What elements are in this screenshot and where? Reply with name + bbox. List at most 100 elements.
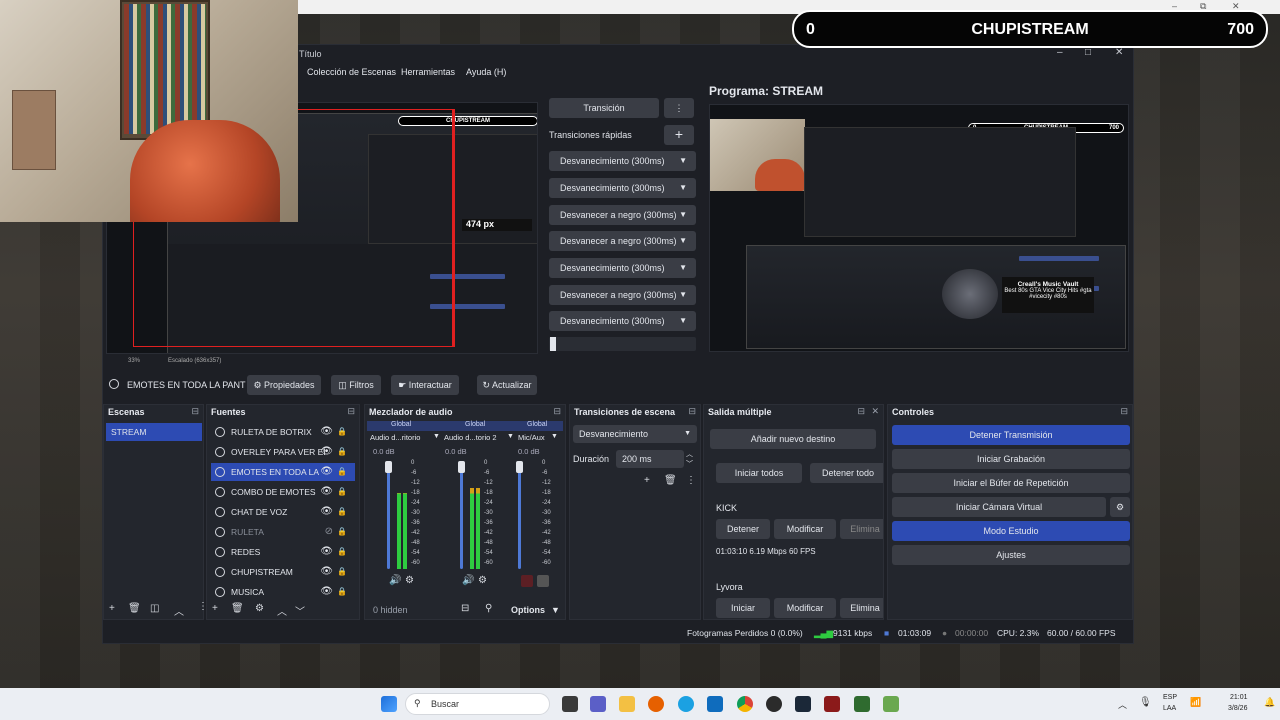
studio-mode-button[interactable]: Modo Estudio <box>892 521 1130 541</box>
channel-name[interactable]: Audio d...torio 2 <box>444 433 497 442</box>
trash-icon[interactable]: 🗑 <box>128 603 141 614</box>
clock-date[interactable]: 3/8/26 <box>1228 705 1247 712</box>
dropdown-icon[interactable]: ▼ <box>551 433 558 440</box>
menu-scene-collection[interactable]: Colección de Escenas <box>307 67 396 77</box>
quick-transition-5[interactable]: Desvanecimiento (300ms) ▼ <box>549 258 696 278</box>
chevron-down-icon[interactable]: ▼ <box>551 605 560 615</box>
stop-stream-button[interactable]: Detener Transmisión <box>892 425 1130 445</box>
stop-destination-button[interactable]: Detener <box>716 519 770 539</box>
speaker-icon[interactable]: 🔊 <box>462 575 474 586</box>
maximize-icon[interactable]: □ <box>1085 47 1091 58</box>
menu-tools[interactable]: Herramientas <box>401 67 455 77</box>
chevron-up-icon[interactable]: ︿ <box>1118 698 1127 711</box>
quick-transition-3[interactable]: Desvanecer a negro (300ms) ▼ <box>549 205 696 225</box>
windows-start-icon[interactable] <box>381 696 397 712</box>
transition-select[interactable]: Desvanecimiento ▼ <box>573 425 697 443</box>
language-code[interactable]: ESP <box>1163 694 1177 701</box>
mute-icon[interactable] <box>521 575 533 587</box>
quick-transition-1[interactable]: Desvanecimiento (300ms) ▼ <box>549 151 696 171</box>
add-quick-transition-button[interactable]: + <box>664 125 694 145</box>
source-item[interactable]: COMBO DE EMOTES 👁 🔒 <box>211 483 355 501</box>
menu-help[interactable]: Ayuda (H) <box>466 67 506 77</box>
firefox-icon[interactable] <box>648 696 664 712</box>
undock-icon[interactable]: ⊟ <box>191 406 199 417</box>
steam-icon[interactable] <box>795 696 811 712</box>
folder-icon[interactable] <box>619 696 635 712</box>
source-item[interactable]: RULETA DE BOTRIX 👁 🔒 <box>211 423 355 441</box>
teams-icon[interactable] <box>590 696 606 712</box>
refresh-button[interactable]: ↻ Actualizar <box>477 375 537 395</box>
link-icon[interactable]: ⚲ <box>485 603 492 614</box>
notification-icon[interactable]: 🔔 <box>1264 697 1275 708</box>
chevron-down-icon[interactable]: ﹀ <box>686 459 693 469</box>
language-layout[interactable]: LAA <box>1163 705 1176 712</box>
source-item[interactable]: MUSICA 👁 🔒 <box>211 583 355 601</box>
quick-transition-4[interactable]: Desvanecer a negro (300ms) ▼ <box>549 231 696 251</box>
close-icon[interactable]: ✕ <box>1115 47 1123 58</box>
minimize-icon[interactable]: – <box>1057 47 1063 58</box>
filter-icon[interactable]: ◫ <box>150 603 159 614</box>
layout-icon[interactable]: ⊟ <box>461 603 469 614</box>
source-item-selected[interactable]: EMOTES EN TODA LA 👁 🔒 <box>211 463 355 481</box>
replay-buffer-button[interactable]: Iniciar el Búfer de Repetición <box>892 473 1130 493</box>
chevron-up-icon[interactable]: ︿ <box>277 603 287 618</box>
quick-transition-7[interactable]: Desvanecimiento (300ms) ▼ <box>549 311 696 331</box>
volume-knob[interactable] <box>516 461 523 473</box>
filters-button[interactable]: ◫ Filtros <box>331 375 381 395</box>
gear-icon[interactable]: ⚙ <box>478 575 487 586</box>
delete-destination-button[interactable]: Elimina <box>840 519 883 539</box>
add-icon[interactable]: + <box>212 603 218 614</box>
source-item[interactable]: CHAT DE VOZ 👁 🔒 <box>211 503 355 521</box>
transition-button[interactable]: Transición <box>549 98 659 118</box>
gear-icon[interactable]: ⚙ <box>1110 497 1130 517</box>
start-destination-button[interactable]: Iniciar <box>716 598 770 618</box>
volume-knob[interactable] <box>458 461 465 473</box>
chevron-up-icon[interactable]: ︿ <box>686 449 693 459</box>
gear-icon[interactable]: ⚙ <box>255 603 264 614</box>
source-item[interactable]: REDES 👁 🔒 <box>211 543 355 561</box>
channel-name[interactable]: Mic/Aux <box>518 433 545 442</box>
microphone-icon[interactable]: 🎙 <box>1139 697 1152 708</box>
chevron-up-icon[interactable]: ︿ <box>174 603 184 618</box>
clock-time[interactable]: 21:01 <box>1230 694 1248 701</box>
source-item[interactable]: OVERLEY PARA VER EI 👁 🔒 <box>211 443 355 461</box>
properties-button[interactable]: ⚙ Propiedades <box>247 375 321 395</box>
add-destination-button[interactable]: Añadir nuevo destino <box>710 429 876 449</box>
add-icon[interactable]: + <box>644 475 650 486</box>
close-icon[interactable]: ✕ <box>871 406 879 417</box>
speaker-icon[interactable]: 🔊 <box>389 575 401 586</box>
source-item-hidden[interactable]: RULETA ⊘ 🔒 <box>211 523 355 541</box>
trash-icon[interactable]: 🗑 <box>664 475 677 486</box>
options-button[interactable]: Options <box>511 605 545 615</box>
obs-icon[interactable] <box>766 696 782 712</box>
trash-icon[interactable]: 🗑 <box>231 603 244 614</box>
t-bar[interactable] <box>549 337 696 351</box>
modify-destination-button[interactable]: Modificar <box>774 519 836 539</box>
dropdown-icon[interactable]: ▼ <box>507 433 514 440</box>
source-item[interactable]: CHUPISTREAM 👁 🔒 <box>211 563 355 581</box>
mail-icon[interactable] <box>707 696 723 712</box>
interact-button[interactable]: ☛ Interactuar <box>391 375 459 395</box>
start-recording-button[interactable]: Iniciar Grabación <box>892 449 1130 469</box>
duration-spinbox[interactable]: 200 ms <box>616 450 684 468</box>
gear-icon[interactable] <box>537 575 549 587</box>
undock-icon[interactable]: ⊟ <box>688 406 696 417</box>
more-icon[interactable]: ⋮ <box>686 475 696 486</box>
transition-menu-icon[interactable]: ⋮ <box>664 98 694 118</box>
virtual-camera-button[interactable]: Iniciar Cámara Virtual <box>892 497 1106 517</box>
edge-icon[interactable] <box>678 696 694 712</box>
undock-icon[interactable]: ⊟ <box>857 406 865 417</box>
volume-slider[interactable] <box>518 461 521 569</box>
minecraft-icon[interactable] <box>854 696 870 712</box>
volume-slider[interactable] <box>387 461 390 569</box>
preview-scrollbar[interactable]: 33% Escalado (636x357) <box>106 356 538 368</box>
undock-icon[interactable]: ⊟ <box>347 406 355 417</box>
undock-icon[interactable]: ⊟ <box>553 406 561 417</box>
start-all-button[interactable]: Iniciar todos <box>716 463 802 483</box>
undock-icon[interactable]: ⊟ <box>1120 406 1128 417</box>
quick-transition-2[interactable]: Desvanecimiento (300ms) ▼ <box>549 178 696 198</box>
volume-slider[interactable] <box>460 461 463 569</box>
gear-icon[interactable]: ⚙ <box>405 575 414 586</box>
search-box[interactable]: ⚲ Buscar <box>405 693 550 715</box>
volume-knob[interactable] <box>385 461 392 473</box>
